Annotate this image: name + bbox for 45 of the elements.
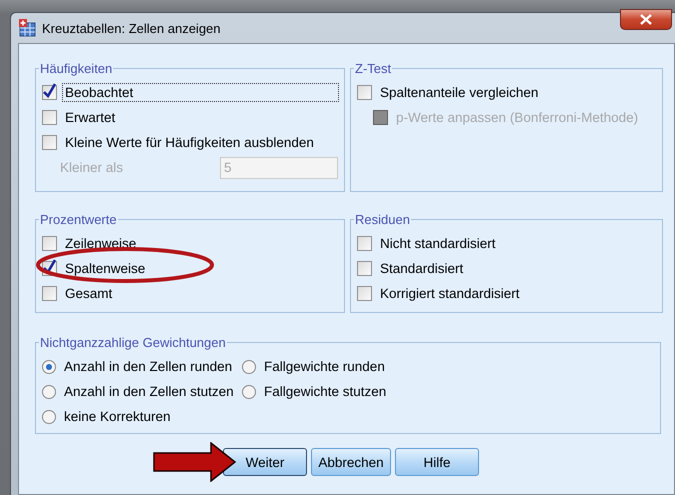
checkmark-icon xyxy=(43,259,56,274)
dialog-button[interactable]: Abbrechen xyxy=(311,448,391,476)
radio-label: Fallgewichte runden xyxy=(263,358,386,375)
checkbox-label: Erwartet xyxy=(64,109,116,126)
radio-label: Anzahl in den Zellen stutzen xyxy=(63,383,235,400)
radio-label: Anzahl in den Zellen runden xyxy=(63,358,234,375)
radio-label: Fallgewichte stutzen xyxy=(263,383,388,400)
checkbox[interactable] xyxy=(357,261,372,276)
dialog-button[interactable]: Hilfe xyxy=(395,448,479,476)
radio-button[interactable] xyxy=(42,384,56,398)
group-title: Nichtganzzahlige Gewichtungen xyxy=(39,335,227,350)
checkbox[interactable] xyxy=(42,286,57,301)
checkmark-icon xyxy=(43,83,56,98)
checkbox-label: Nicht standardisiert xyxy=(379,235,497,252)
window-title: Kreuztabellen: Zellen anzeigen xyxy=(42,20,221,36)
close-icon xyxy=(640,14,652,25)
checkbox-label: Zeilenweise xyxy=(64,235,138,252)
radio-button[interactable] xyxy=(242,360,256,374)
checkbox[interactable] xyxy=(42,135,57,150)
checkbox[interactable] xyxy=(357,85,372,100)
radio-button[interactable] xyxy=(42,360,56,374)
dialog-button[interactable]: Weiter xyxy=(223,448,307,476)
group-title: Häufigkeiten xyxy=(39,61,114,76)
radio-button[interactable] xyxy=(242,384,256,398)
crosstab-icon xyxy=(18,19,36,37)
checkbox-label: Gesamt xyxy=(64,285,114,302)
checkbox-label: Spaltenweise xyxy=(64,260,146,277)
checkbox[interactable] xyxy=(42,110,57,125)
checkbox[interactable] xyxy=(357,286,372,301)
checkbox-label: Spaltenanteile vergleichen xyxy=(379,84,540,101)
checkbox-label: Beobachtet xyxy=(63,84,338,101)
group-title: Prozentwerte xyxy=(39,212,118,227)
close-button[interactable] xyxy=(620,9,672,30)
radio-button[interactable] xyxy=(42,410,56,424)
checkbox[interactable] xyxy=(42,85,57,100)
checkbox-label: p-Werte anpassen (Bonferroni-Methode) xyxy=(395,109,640,126)
field-label: Kleiner als xyxy=(59,159,124,176)
checkbox[interactable] xyxy=(357,236,372,251)
checkbox-label: Standardisiert xyxy=(379,260,464,277)
group-title: Z-Test xyxy=(354,61,392,76)
checkbox[interactable] xyxy=(42,236,57,251)
group-title: Residuen xyxy=(354,212,411,227)
checkbox-label: Korrigiert standardisiert xyxy=(379,285,521,302)
checkbox-label: Kleine Werte für Häufigkeiten ausblenden xyxy=(64,134,315,151)
radio-label: keine Korrekturen xyxy=(63,408,172,425)
